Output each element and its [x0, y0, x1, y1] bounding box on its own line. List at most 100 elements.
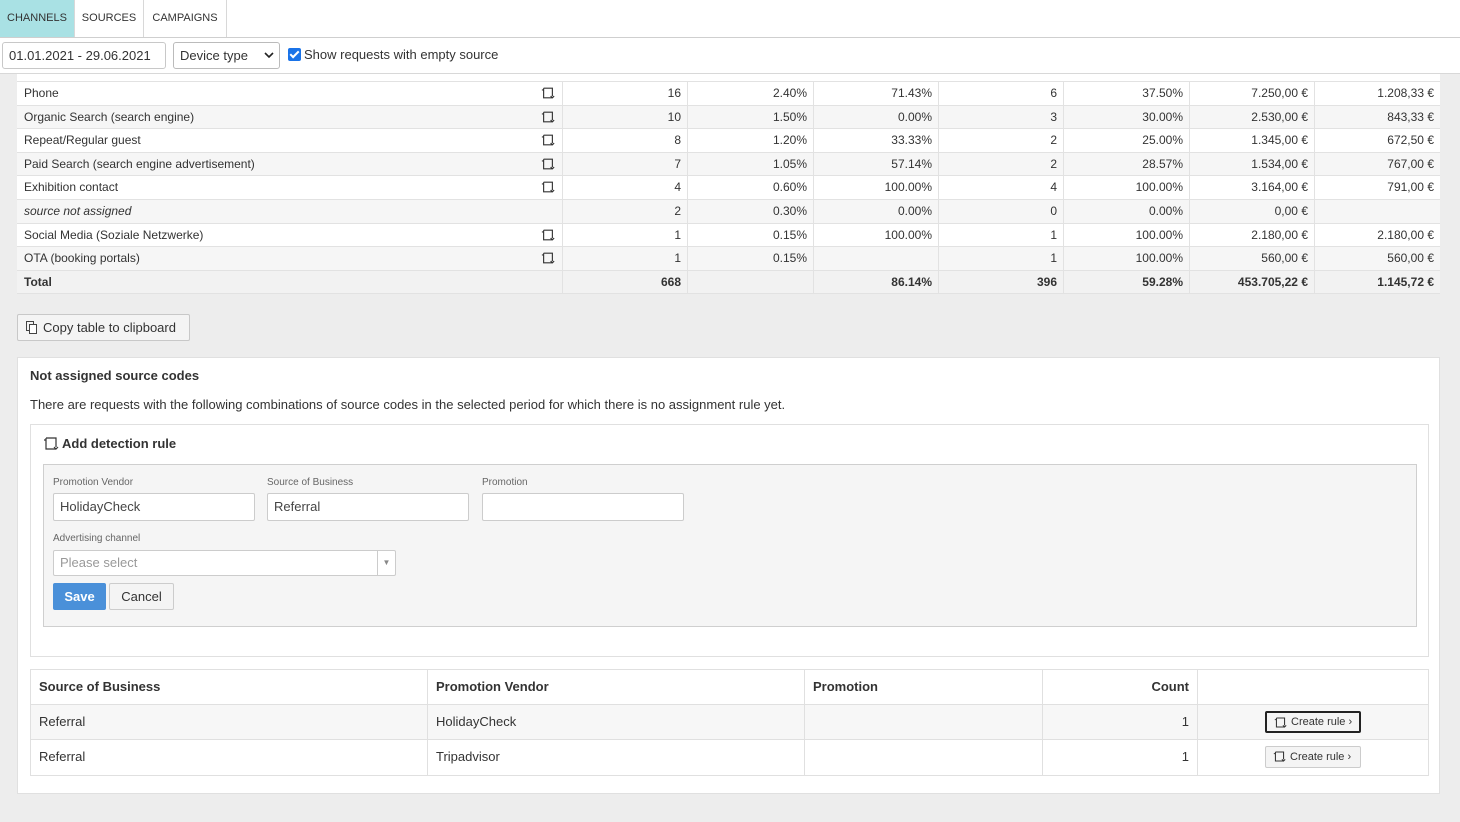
channel-table: Phone 16 2.40% 71.43% 6 37.50% 7.250,00 €1.208…: [17, 74, 1440, 295]
cell-vendor: Tripadvisor: [427, 740, 804, 775]
cell-source: Referral: [39, 714, 86, 729]
cell-c6: 3.164,00 €: [1189, 176, 1314, 199]
cell-c1: 8: [562, 129, 687, 152]
cell-c4: 6: [938, 82, 1063, 105]
show-empty-checkbox[interactable]: [288, 48, 301, 61]
cell-c7: 1.145,72 €: [1314, 270, 1440, 294]
device-type-select[interactable]: Device type: [173, 42, 280, 69]
copy-icon: [26, 321, 37, 334]
cell-c4: 2: [938, 152, 1063, 176]
cell-c1: 4: [562, 176, 687, 199]
add-rule-box: Add detection rule Promotion Vendor Holi…: [30, 424, 1429, 657]
channel-name: Social Media (Soziale Netzwerke): [24, 227, 204, 242]
cell-promotion: [804, 740, 1042, 775]
cell-c7: [1314, 199, 1440, 223]
cell-c5: 0.00%: [1063, 199, 1189, 223]
channel-name: Organic Search (search engine): [24, 109, 195, 124]
cell-c2: 0.60%: [687, 176, 813, 199]
channel-name: OTA (booking portals): [24, 251, 140, 266]
cell-c3: 86.14%: [813, 270, 938, 294]
cell-c3: 0.00%: [813, 105, 938, 129]
header-promotion-vendor: Promotion Vendor: [427, 670, 804, 704]
table-row: Paid Search (search engine advertisement…: [17, 152, 1440, 177]
cell-c6: 1.345,00 €: [1189, 129, 1314, 152]
rule-icon: [1274, 717, 1287, 728]
cell-c4: 0: [938, 199, 1063, 223]
cell-c7: 791,00 €: [1314, 176, 1440, 199]
chevron-down-icon: [264, 43, 274, 78]
save-button[interactable]: Save: [53, 583, 106, 610]
cell-c6: 1.534,00 €: [1189, 152, 1314, 176]
cell-c3: 0.00%: [813, 199, 938, 223]
rule-icon[interactable]: [541, 158, 555, 170]
table-header-row: Source of Business Promotion Vendor Prom…: [31, 670, 1428, 705]
create-rule-button[interactable]: Create rule ›: [1265, 746, 1361, 768]
rule-icon[interactable]: [541, 134, 555, 146]
cell-c4: 1: [938, 247, 1063, 270]
copy-table-label: Copy table to clipboard: [43, 320, 176, 335]
channel-name: source not assigned: [24, 203, 132, 218]
table-row: Referral HolidayCheck 1 Create rule ›: [31, 705, 1428, 740]
cell-c7: 672,50 €: [1314, 129, 1440, 152]
table-row: Referral Tripadvisor 1 Create rule ›: [31, 740, 1428, 775]
copy-table-button[interactable]: Copy table to clipboard: [17, 314, 190, 341]
advertising-channel-select[interactable]: Please select ▼: [53, 550, 396, 576]
cell-c4: 3: [938, 105, 1063, 129]
add-rule-title: Add detection rule: [62, 436, 177, 451]
cell-c7: 2.180,00 €: [1314, 223, 1440, 247]
rule-icon[interactable]: [541, 111, 555, 123]
dropdown-arrow-icon: ▼: [377, 551, 395, 575]
table-row: source not assigned 2 0.30% 0.00% 0 0.00% 0,00…: [17, 199, 1440, 224]
cell-c5: 100.00%: [1063, 176, 1189, 199]
channel-name: Repeat/Regular guest: [24, 133, 141, 148]
promotion-vendor-label: Promotion Vendor: [53, 477, 134, 488]
cell-c5: 37.50%: [1063, 82, 1189, 105]
promotion-input[interactable]: [482, 493, 684, 521]
cell-promotion: [804, 705, 1042, 739]
cell-c6: 2.530,00 €: [1189, 105, 1314, 129]
table-row: Social Media (Soziale Netzwerke) 1 0.15% 10…: [17, 223, 1440, 248]
promotion-label: Promotion: [482, 477, 528, 488]
cell-c4: 1: [938, 223, 1063, 247]
cell-c3: 33.33%: [813, 129, 938, 152]
cell-c2: 1.50%: [687, 105, 813, 129]
header-count: Count: [1042, 670, 1197, 704]
cell-count: 1: [1042, 740, 1197, 775]
cell-c2: 2.40%: [687, 82, 813, 105]
date-range-input[interactable]: 01.01.2021 - 29.06.2021: [2, 42, 166, 69]
rule-icon[interactable]: [541, 181, 555, 193]
tab-campaigns[interactable]: CAMPAIGNS: [144, 0, 227, 37]
cell-c4: 4: [938, 176, 1063, 199]
create-rule-label: Create rule: [1291, 716, 1346, 728]
cell-c2: 1.05%: [687, 152, 813, 176]
cell-c5: 25.00%: [1063, 129, 1189, 152]
cancel-button[interactable]: Cancel: [109, 583, 174, 610]
cell-c1: 2: [562, 199, 687, 223]
cell-c5: 100.00%: [1063, 223, 1189, 247]
cell-c7: 1.208,33 €: [1314, 82, 1440, 105]
cell-c1: 1: [562, 223, 687, 247]
table-total-row: Total 668 86.14% 396 59.28% 453.705,22 €1.145…: [17, 270, 1440, 295]
rule-icon[interactable]: [541, 252, 555, 264]
cell-count: 1: [1042, 705, 1197, 739]
create-rule-button[interactable]: Create rule ›: [1265, 711, 1361, 733]
rule-icon[interactable]: [541, 229, 555, 241]
tab-channels[interactable]: CHANNELS: [0, 0, 75, 37]
cell-c7: 767,00 €: [1314, 152, 1440, 176]
source-of-business-label: Source of Business: [267, 477, 354, 488]
promotion-vendor-input[interactable]: HolidayCheck: [53, 493, 255, 521]
rule-icon[interactable]: [541, 87, 555, 99]
device-type-value: Device type: [180, 48, 248, 63]
cell-c3: 100.00%: [813, 176, 938, 199]
cell-source: Referral: [39, 749, 86, 764]
cell-c1: 668: [562, 270, 687, 294]
channel-name: Exhibition contact: [24, 180, 119, 195]
cell-c7: 560,00 €: [1314, 247, 1440, 270]
tab-sources[interactable]: SOURCES: [75, 0, 144, 37]
source-of-business-input[interactable]: Referral: [267, 493, 469, 521]
cell-c2: 0.15%: [687, 247, 813, 270]
table-row: Exhibition contact 4 0.60% 100.00% 4 100.00% 3…: [17, 176, 1440, 200]
tab-bar: CHANNELS SOURCES CAMPAIGNS: [0, 0, 1460, 38]
rule-form: Promotion Vendor HolidayCheck Source of …: [43, 464, 1417, 627]
channel-name: Paid Search (search engine advertisement…: [24, 156, 255, 171]
